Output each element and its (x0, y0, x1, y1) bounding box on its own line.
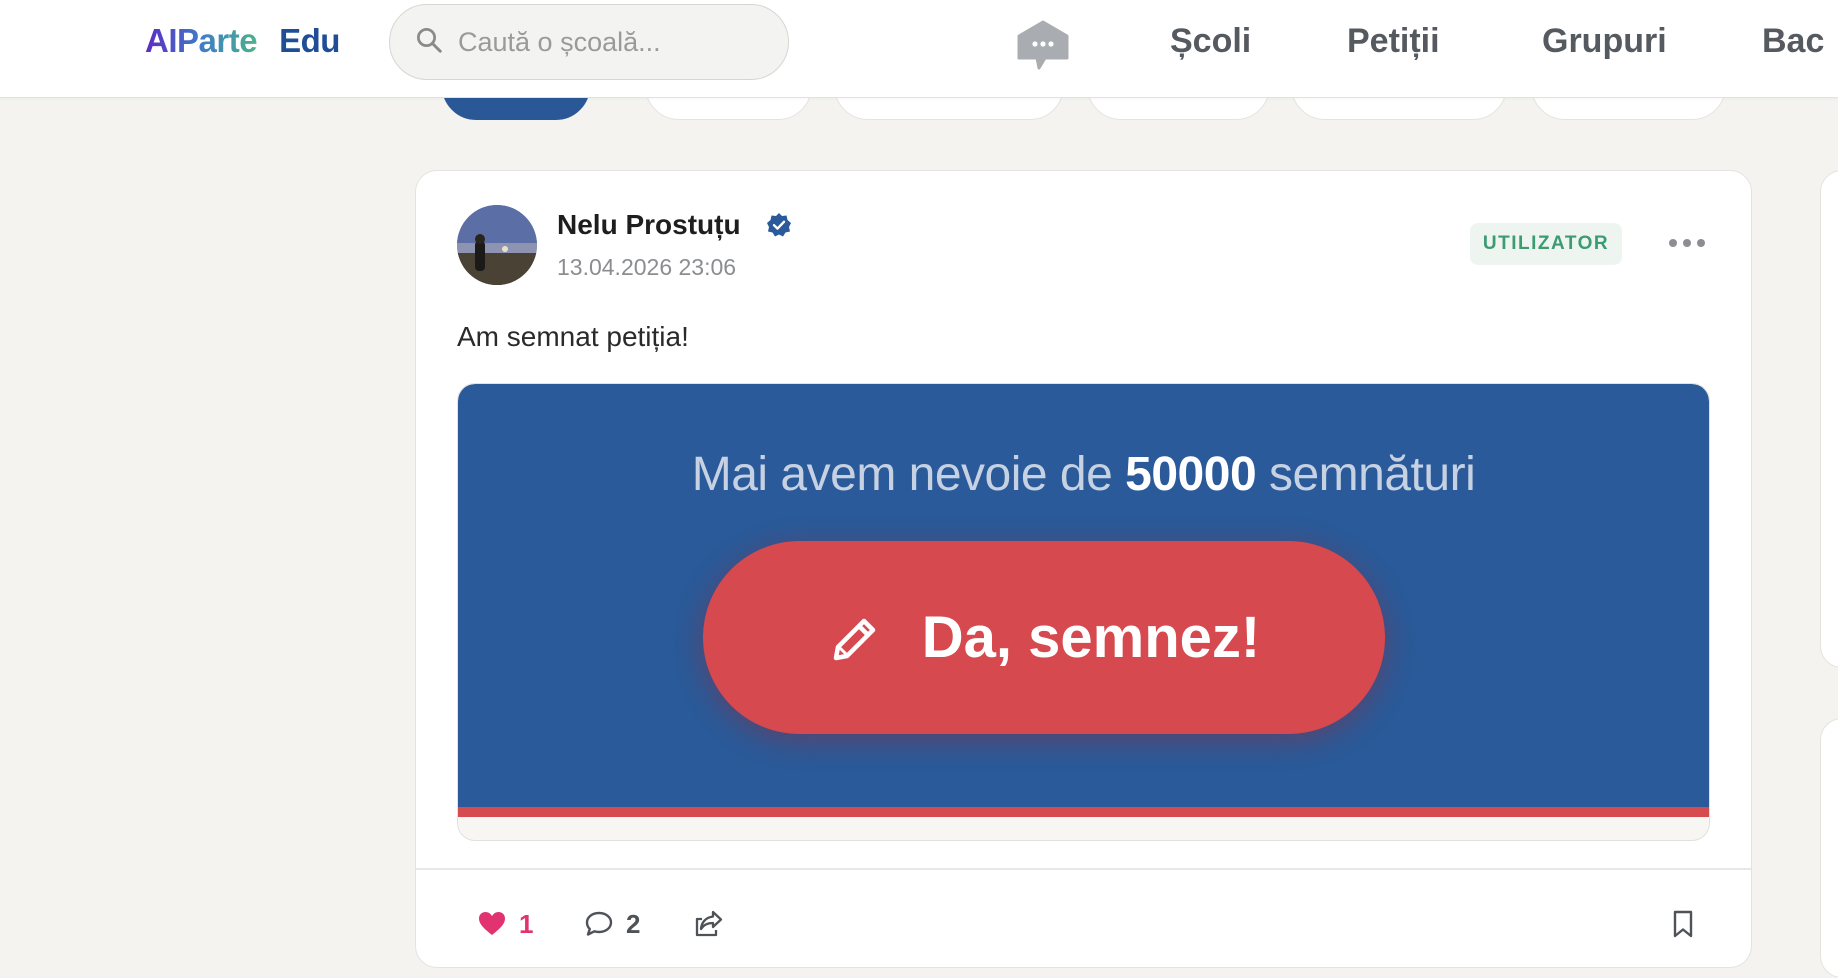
nav-groups[interactable]: Grupuri (1542, 22, 1667, 61)
pencil-icon (833, 618, 876, 660)
side-panel-card (1820, 718, 1838, 978)
search-icon (414, 25, 444, 60)
logo-edu-text: Edu (279, 22, 340, 59)
logo-main-text: AIParte (145, 22, 258, 59)
more-icon-dot (1683, 239, 1691, 247)
comment-icon (585, 911, 613, 936)
role-badge: UTILIZATOR (1470, 223, 1622, 265)
school-search[interactable] (389, 4, 789, 80)
nav-schools[interactable]: Școli (1170, 22, 1251, 61)
post-timestamp: 13.04.2026 23:06 (557, 254, 737, 280)
more-options-button[interactable] (1669, 233, 1705, 253)
comment-button[interactable]: 2 (584, 904, 640, 944)
petition-accent-stripe (458, 807, 1709, 817)
post-card: Nelu Prostuțu 13.04.2026 23:06 UTILIZATO… (415, 170, 1752, 968)
bookmark-icon (1673, 910, 1693, 938)
chat-bubble-icon[interactable] (1015, 20, 1071, 72)
more-icon-dot (1669, 239, 1677, 247)
nav-petitions[interactable]: Petiții (1347, 22, 1440, 61)
avatar[interactable] (457, 205, 537, 285)
author-name[interactable]: Nelu Prostuțu (557, 209, 741, 241)
top-navigation-bar: AIParte Edu Școli Petiții Grupuri Bac (0, 0, 1838, 98)
site-logo[interactable]: AIParte Edu (145, 22, 340, 60)
nav-bac[interactable]: Bac (1762, 22, 1824, 61)
like-count: 1 (519, 908, 534, 939)
search-input[interactable] (458, 26, 758, 58)
divider (416, 868, 1751, 870)
sign-button-label: Da, semnez! (921, 605, 1261, 670)
side-panel-card (1820, 170, 1838, 668)
verified-icon (766, 212, 792, 238)
signatures-needed: 50000 (1125, 448, 1257, 501)
share-icon (695, 910, 723, 937)
heading-suffix: semnături (1268, 448, 1476, 501)
petition-banner: Mai avem nevoie de 50000 semnături Da, s… (458, 384, 1709, 807)
share-button[interactable] (694, 904, 724, 944)
like-button[interactable]: 1 (477, 904, 533, 944)
heading-prefix: Mai avem nevoie de (691, 448, 1113, 501)
sign-petition-button[interactable]: Da, semnez! (703, 541, 1385, 734)
post-text: Am semnat petiția! (457, 321, 689, 352)
petition-heading: Mai avem nevoie de 50000 semnături (458, 447, 1709, 502)
bookmark-button[interactable] (1668, 904, 1698, 944)
comment-count: 2 (626, 908, 641, 939)
petition-preview[interactable]: Mai avem nevoie de 50000 semnături Da, s… (457, 383, 1710, 841)
heart-icon (479, 912, 505, 935)
more-icon-dot (1697, 239, 1705, 247)
